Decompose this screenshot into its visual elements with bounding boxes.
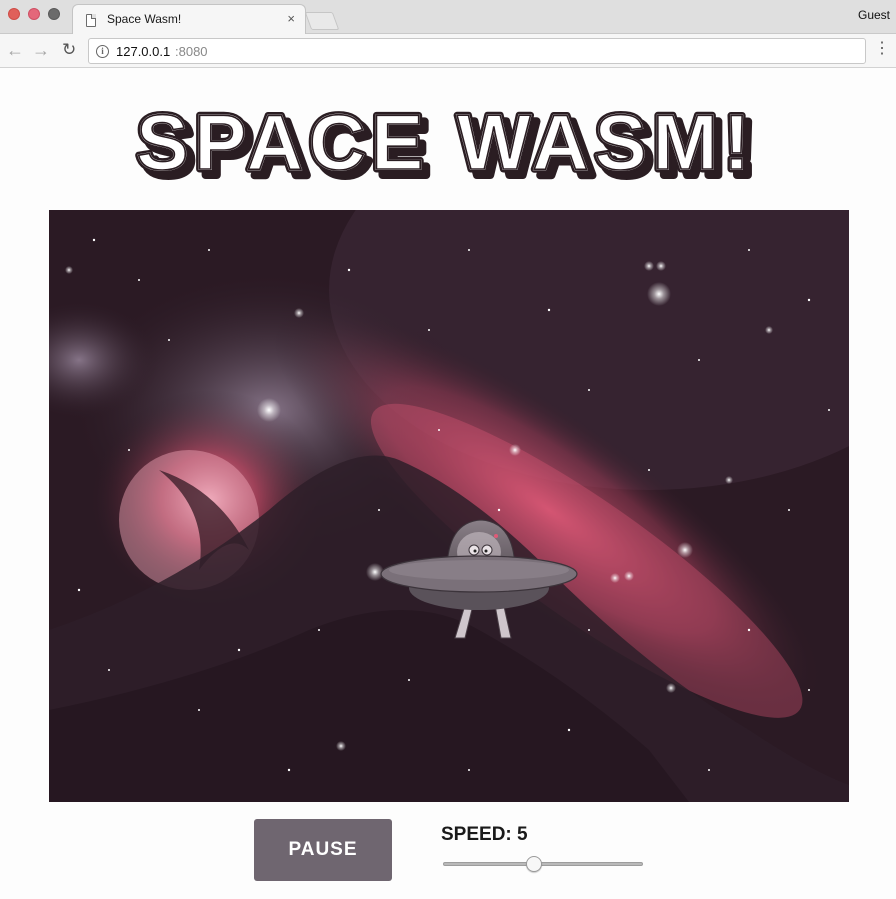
page-content: SPACE WASM! SPACE WASM! SPACE WASM! SPAC…	[0, 69, 896, 899]
back-arrow-icon[interactable]: ←	[6, 40, 24, 60]
profile-label[interactable]: Guest	[858, 8, 890, 22]
tab-close-icon[interactable]: ×	[287, 11, 295, 26]
speed-slider-track[interactable]	[443, 862, 643, 866]
browser-titlebar: Space Wasm! × Guest	[0, 0, 896, 35]
browser-menu-icon[interactable]: ⋮	[874, 39, 890, 59]
nebula-background	[49, 210, 849, 802]
zoom-window-button[interactable]	[48, 8, 60, 20]
info-icon[interactable]: i	[96, 45, 109, 58]
page-title: SPACE WASM! SPACE WASM! SPACE WASM! SPAC…	[133, 99, 760, 196]
url-port: :8080	[175, 44, 208, 59]
new-tab-button[interactable]	[304, 12, 340, 30]
address-bar[interactable]: i 127.0.0.1 :8080	[88, 38, 866, 64]
url-host: 127.0.0.1	[116, 44, 171, 59]
forward-arrow-icon[interactable]: →	[32, 40, 50, 60]
page-icon	[86, 14, 96, 27]
speed-slider-thumb[interactable]	[525, 856, 542, 872]
browser-tab[interactable]: Space Wasm! ×	[72, 4, 306, 35]
svg-text:SPACE WASM!: SPACE WASM!	[136, 99, 755, 186]
reload-icon[interactable]: ↻	[62, 40, 76, 60]
pause-button[interactable]: PAUSE	[254, 819, 392, 881]
minimize-window-button[interactable]	[28, 8, 40, 20]
tab-title: Space Wasm!	[107, 12, 182, 26]
game-canvas[interactable]	[49, 210, 849, 802]
browser-toolbar: ← → ↻ i 127.0.0.1 :8080 ⋮	[0, 34, 896, 68]
close-window-button[interactable]	[8, 8, 20, 20]
speed-label: SPEED: 5	[441, 824, 528, 845]
